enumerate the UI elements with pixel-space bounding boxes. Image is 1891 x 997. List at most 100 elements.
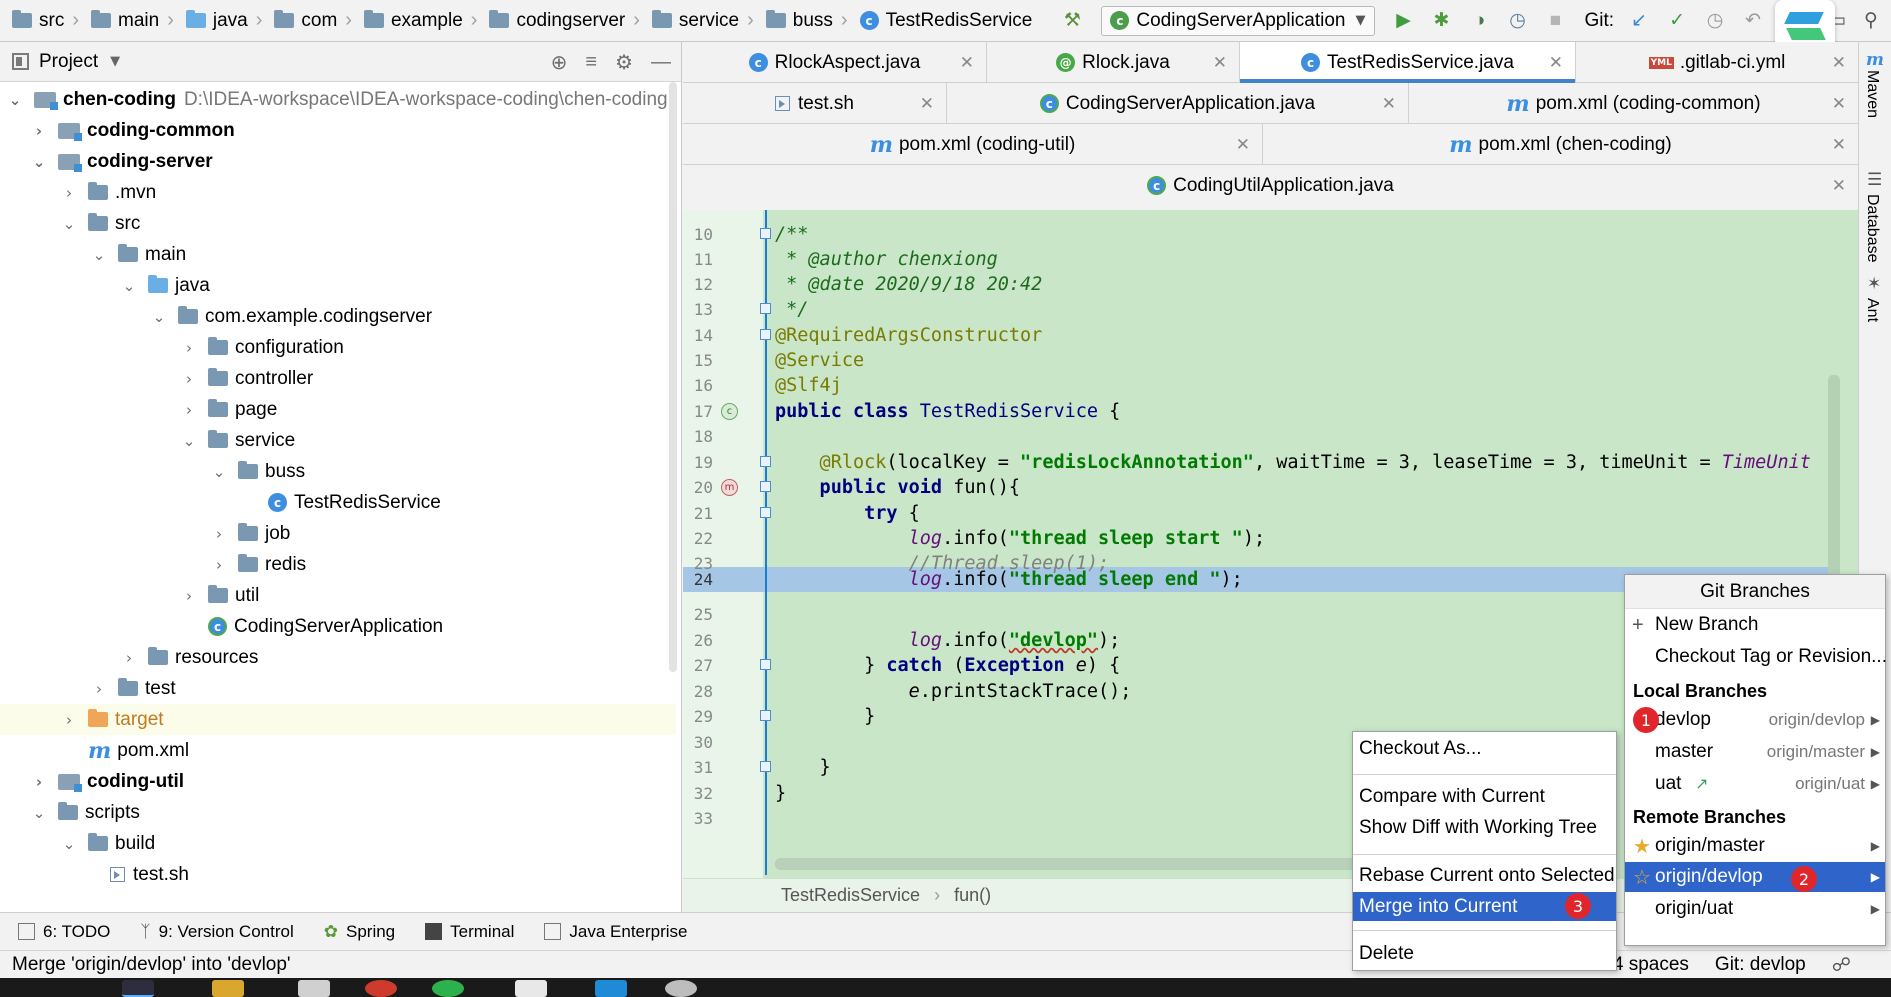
tab-testredisservice[interactable]: c TestRedisService.java ✕ — [1240, 42, 1576, 83]
tab-codingserverapplication[interactable]: c CodingServerApplication.java ✕ — [947, 83, 1409, 124]
database-tool-tab[interactable]: Database — [1863, 194, 1881, 263]
tree-item-redis[interactable]: › redis — [0, 549, 676, 580]
fold-icon[interactable] — [760, 481, 771, 492]
tree-item-coding-util[interactable]: › coding-util — [0, 766, 676, 797]
crumb-codingserver[interactable]: codingserver › — [483, 0, 645, 42]
stop-icon[interactable]: ■ — [1542, 7, 1570, 35]
chevron-right-icon[interactable]: › — [210, 556, 228, 574]
tab-codingutilapplication[interactable]: c CodingUtilApplication.java ✕ — [683, 165, 1858, 206]
crumb-testredisservice[interactable]: c TestRedisService — [854, 0, 1039, 42]
fold-icon[interactable] — [760, 659, 771, 670]
git-branch-indicator[interactable]: Git: devlop — [1715, 954, 1806, 976]
close-icon[interactable]: ✕ — [1213, 53, 1227, 73]
close-icon[interactable]: ✕ — [1832, 176, 1846, 196]
crumb-com[interactable]: com › — [268, 0, 358, 42]
tab-test-sh[interactable]: test.sh ✕ — [683, 83, 947, 124]
git-rollback-icon[interactable]: ↶ — [1739, 7, 1767, 35]
tree-item-package[interactable]: ⌄ com.example.codingserver — [0, 301, 676, 332]
gear-icon[interactable]: ⚙ — [615, 50, 633, 75]
locate-icon[interactable]: ⊕ — [551, 50, 568, 75]
tab-pom-coding-common[interactable]: m pom.xml (coding-common) ✕ — [1409, 83, 1858, 124]
menu-checkout-as[interactable]: Checkout As... — [1353, 734, 1616, 763]
chevron-right-icon[interactable]: › — [180, 339, 198, 357]
chevron-right-icon[interactable]: › — [180, 401, 198, 419]
build-hammer-icon[interactable]: ⚒ — [1058, 7, 1086, 35]
fold-icon[interactable] — [760, 710, 771, 721]
local-branch-master[interactable]: master origin/master ▶ — [1625, 737, 1885, 767]
new-branch-item[interactable]: + New Branch — [1625, 610, 1885, 640]
close-icon[interactable]: ✕ — [1382, 94, 1396, 114]
chevron-right-icon[interactable]: › — [60, 184, 78, 202]
profile-icon[interactable]: ◷ — [1504, 7, 1532, 35]
menu-rebase[interactable]: Rebase Current onto Selected — [1353, 861, 1616, 890]
fold-icon[interactable] — [760, 228, 771, 239]
git-update-icon[interactable]: ↙ — [1625, 7, 1653, 35]
java-enterprise-tool-button[interactable]: Java Enterprise — [544, 922, 688, 942]
run-config-selector[interactable]: c CodingServerApplication ▼ — [1101, 5, 1375, 36]
tree-item-main[interactable]: ⌄ main — [0, 239, 676, 270]
minimize-icon[interactable]: — — [651, 51, 671, 74]
chevron-down-icon[interactable]: ⌄ — [180, 432, 198, 450]
tree-item-scripts[interactable]: ⌄ scripts — [0, 797, 676, 828]
tree-item-test[interactable]: › test — [0, 673, 676, 704]
crumb-java[interactable]: java › — [180, 0, 269, 42]
tree-item-testredisservice[interactable]: ›cTestRedisService — [0, 487, 676, 518]
tree-item-target[interactable]: › target — [0, 704, 676, 735]
terminal-tool-button[interactable]: Terminal — [425, 922, 514, 942]
ant-tool-tab[interactable]: Ant — [1863, 298, 1881, 322]
tree-item-coding-server[interactable]: ⌄ coding-server — [0, 146, 676, 177]
chevron-right-icon[interactable]: › — [30, 122, 48, 140]
tree-item-service[interactable]: ⌄ service — [0, 425, 676, 456]
taskbar-app-notes[interactable] — [515, 980, 547, 997]
tree-item-pom[interactable]: ›mpom.xml — [0, 735, 676, 766]
crumb-buss[interactable]: buss › — [760, 0, 854, 42]
method-marker-icon[interactable]: m — [721, 479, 738, 496]
tree-item-controller[interactable]: › controller — [0, 363, 676, 394]
menu-compare-with-current[interactable]: Compare with Current — [1353, 782, 1616, 811]
tree-item-codingserverapplication[interactable]: ›cCodingServerApplication — [0, 611, 676, 642]
tab-pom-chen-coding[interactable]: m pom.xml (chen-coding) ✕ — [1263, 124, 1858, 165]
chevron-down-icon[interactable]: ▼ — [110, 54, 120, 69]
breadcrumb-class[interactable]: TestRedisService — [781, 885, 920, 906]
project-view-selector[interactable]: Project — [39, 51, 98, 73]
tree-item-util[interactable]: › util — [0, 580, 676, 611]
chevron-right-icon[interactable]: › — [180, 587, 198, 605]
taskbar-app-browser[interactable] — [365, 980, 397, 997]
tab-rlockaspect[interactable]: c RlockAspect.java ✕ — [683, 42, 987, 83]
checkout-tag-item[interactable]: Checkout Tag or Revision... — [1625, 642, 1887, 672]
close-icon[interactable]: ✕ — [1832, 135, 1846, 155]
chevron-down-icon[interactable]: ⌄ — [90, 246, 108, 264]
remote-branch-origin-master[interactable]: ★ origin/master ▶ — [1625, 831, 1885, 861]
chevron-down-icon[interactable]: ⌄ — [150, 308, 168, 326]
menu-merge-into-current[interactable]: Merge into Current 3 — [1353, 892, 1616, 921]
chevron-down-icon[interactable]: ⌄ — [210, 463, 228, 481]
chevron-down-icon[interactable]: ⌄ — [6, 91, 24, 109]
chevron-down-icon[interactable]: ⌄ — [120, 277, 138, 295]
chevron-right-icon[interactable]: › — [30, 773, 48, 791]
indent-indicator[interactable]: 4 spaces — [1613, 954, 1689, 976]
fold-icon[interactable] — [760, 329, 771, 340]
spring-tool-button[interactable]: ✿ Spring — [324, 922, 395, 942]
taskbar-app-explorer[interactable] — [212, 980, 244, 997]
run-icon[interactable]: ▶ — [1390, 7, 1418, 35]
git-commit-icon[interactable]: ✓ — [1663, 7, 1691, 35]
chevron-right-icon[interactable]: › — [60, 711, 78, 729]
close-icon[interactable]: ✕ — [1832, 94, 1846, 114]
chevron-right-icon[interactable]: › — [90, 680, 108, 698]
menu-show-diff[interactable]: Show Diff with Working Tree — [1353, 813, 1616, 842]
tree-item-buss[interactable]: ⌄ buss — [0, 456, 676, 487]
local-branch-uat[interactable]: uat ↗ origin/uat ▶ — [1625, 769, 1885, 799]
tree-item-page[interactable]: › page — [0, 394, 676, 425]
chevron-down-icon[interactable]: ⌄ — [30, 804, 48, 822]
fold-icon[interactable] — [760, 456, 771, 467]
local-branch-devlop[interactable]: ☆devloporigin/devlop▶1 — [1625, 705, 1885, 735]
lock-icon[interactable]: ☍ — [1832, 954, 1851, 977]
taskbar-app-editor[interactable] — [298, 980, 330, 997]
tree-item-job[interactable]: › job — [0, 518, 676, 549]
crumb-src[interactable]: src › — [6, 0, 85, 42]
crumb-main[interactable]: main › — [85, 0, 180, 42]
horizontal-scrollbar[interactable] — [775, 858, 1375, 870]
version-control-tool-button[interactable]: ᛉ 9: Version Control — [140, 922, 293, 942]
collapse-all-icon[interactable]: ≡ — [585, 51, 597, 74]
menu-delete[interactable]: Delete — [1353, 939, 1616, 968]
